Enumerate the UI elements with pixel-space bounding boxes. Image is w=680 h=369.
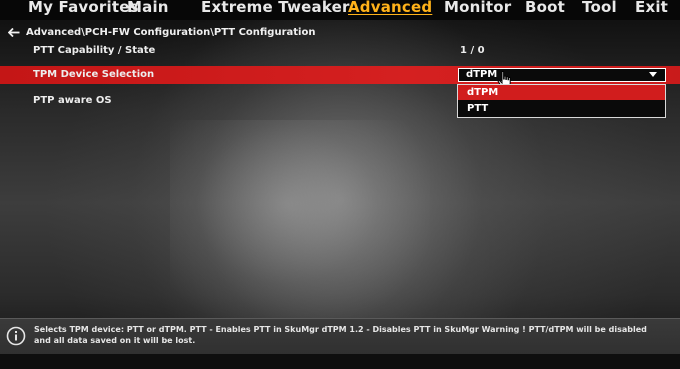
back-arrow-icon[interactable]	[8, 27, 20, 37]
tab-advanced[interactable]: Advanced	[348, 0, 432, 18]
screen-glare	[170, 120, 430, 330]
dropdown-option-ptt[interactable]: PTT	[458, 101, 665, 116]
help-line-2: and all data saved on it will be lost.	[34, 336, 196, 345]
tab-monitor[interactable]: Monitor	[444, 0, 511, 18]
tab-main[interactable]: Main	[127, 0, 169, 18]
breadcrumb-path: Advanced\PCH-FW Configuration\PTT Config…	[26, 26, 316, 38]
ptp-aware-os-label[interactable]: PTP aware OS	[33, 95, 112, 106]
bios-screen: My Favorites Main Extreme Tweaker Advanc…	[0, 0, 680, 369]
chevron-down-icon[interactable]	[649, 72, 657, 77]
help-bar: Selects TPM device: PTT or dTPM. PTT - E…	[0, 318, 680, 355]
breadcrumb: Advanced\PCH-FW Configuration\PTT Config…	[8, 25, 315, 39]
top-menu-bar: My Favorites Main Extreme Tweaker Advanc…	[0, 0, 680, 20]
tpm-device-dropdown: dTPM PTT	[457, 84, 666, 118]
ptt-capability-value: 1 / 0	[460, 45, 485, 56]
tab-tool[interactable]: Tool	[582, 0, 617, 18]
tab-extreme-tweaker[interactable]: Extreme Tweaker	[201, 0, 350, 18]
ptt-capability-label: PTT Capability / State	[33, 45, 156, 56]
help-description: Selects TPM device: PTT or dTPM. PTT - E…	[34, 324, 674, 346]
info-icon	[6, 326, 26, 350]
tpm-device-label[interactable]: TPM Device Selection	[33, 69, 154, 80]
dropdown-option-dtpm[interactable]: dTPM	[458, 85, 665, 100]
tab-my-favorites[interactable]: My Favorites	[28, 0, 139, 18]
bottom-strip	[0, 354, 680, 369]
help-line-1: Selects TPM device: PTT or dTPM. PTT - E…	[34, 325, 647, 334]
tpm-device-select[interactable]: dTPM	[458, 68, 666, 82]
tab-exit[interactable]: Exit	[635, 0, 668, 18]
tab-boot[interactable]: Boot	[525, 0, 565, 18]
tpm-device-selected-value: dTPM	[466, 69, 498, 80]
